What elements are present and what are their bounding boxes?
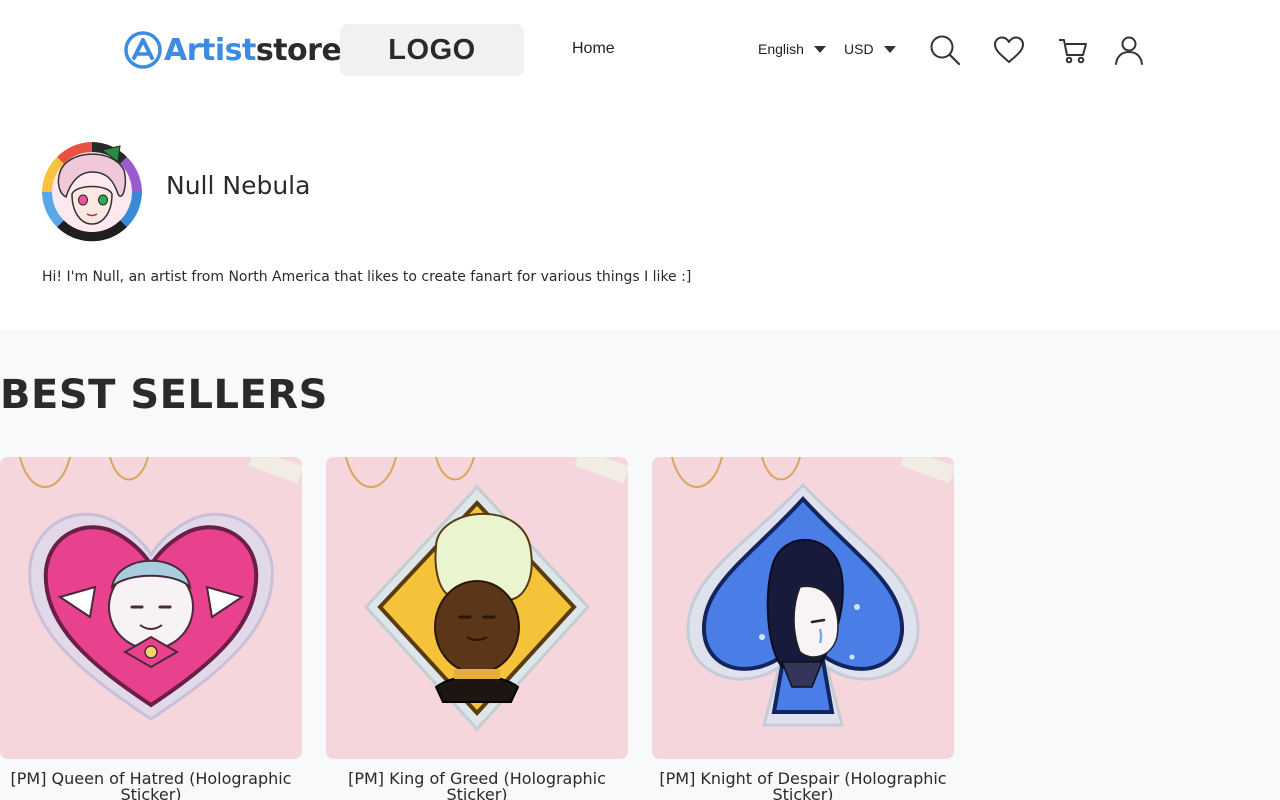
product-name[interactable]: [PM] Knight of Despair (Holographic Stic… (652, 771, 954, 800)
product-card-king-of-greed[interactable]: [PM] King of Greed (Holographic Sticker) (326, 457, 628, 800)
product-name[interactable]: [PM] King of Greed (Holographic Sticker) (326, 771, 628, 800)
language-value: English (758, 41, 804, 57)
product-name[interactable]: [PM] Queen of Hatred (Holographic Sticke… (0, 771, 302, 800)
best-sellers-heading: BEST SELLERS (0, 372, 328, 418)
product-card-knight-of-despair[interactable]: [PM] Knight of Despair (Holographic Stic… (652, 457, 954, 800)
site-header: Artiststore LOGO Home English USD (0, 0, 1280, 100)
brand-logo-icon (124, 31, 162, 69)
language-select[interactable]: English (758, 41, 826, 57)
search-icon (930, 35, 961, 66)
heart-icon (994, 36, 1024, 63)
currency-value: USD (844, 41, 874, 57)
wishlist-button[interactable] (991, 32, 1027, 68)
store-logo-placeholder[interactable]: LOGO (340, 24, 524, 76)
chevron-down-icon (883, 45, 896, 53)
chevron-down-icon (813, 45, 826, 53)
currency-select[interactable]: USD (844, 41, 896, 57)
product-image[interactable] (652, 457, 954, 759)
search-button[interactable] (927, 32, 963, 68)
artist-name: Null Nebula (166, 171, 311, 200)
artiststore-brand[interactable]: Artiststore (124, 31, 342, 69)
product-card-queen-of-hatred[interactable]: [PM] Queen of Hatred (Holographic Sticke… (0, 457, 302, 800)
account-button[interactable] (1111, 32, 1147, 68)
artist-bio: Hi! I'm Null, an artist from North Ameri… (42, 269, 692, 285)
cart-icon (1059, 39, 1087, 64)
cart-button[interactable] (1055, 32, 1091, 68)
user-icon (1115, 36, 1143, 65)
nav-home-link[interactable]: Home (572, 40, 615, 58)
artist-avatar (42, 142, 142, 242)
artist-profile-card: Null Nebula Hi! I'm Null, an artist from… (0, 100, 1280, 330)
brand-name: Artiststore (164, 32, 342, 68)
product-image[interactable] (326, 457, 628, 759)
product-image[interactable] (0, 457, 302, 759)
